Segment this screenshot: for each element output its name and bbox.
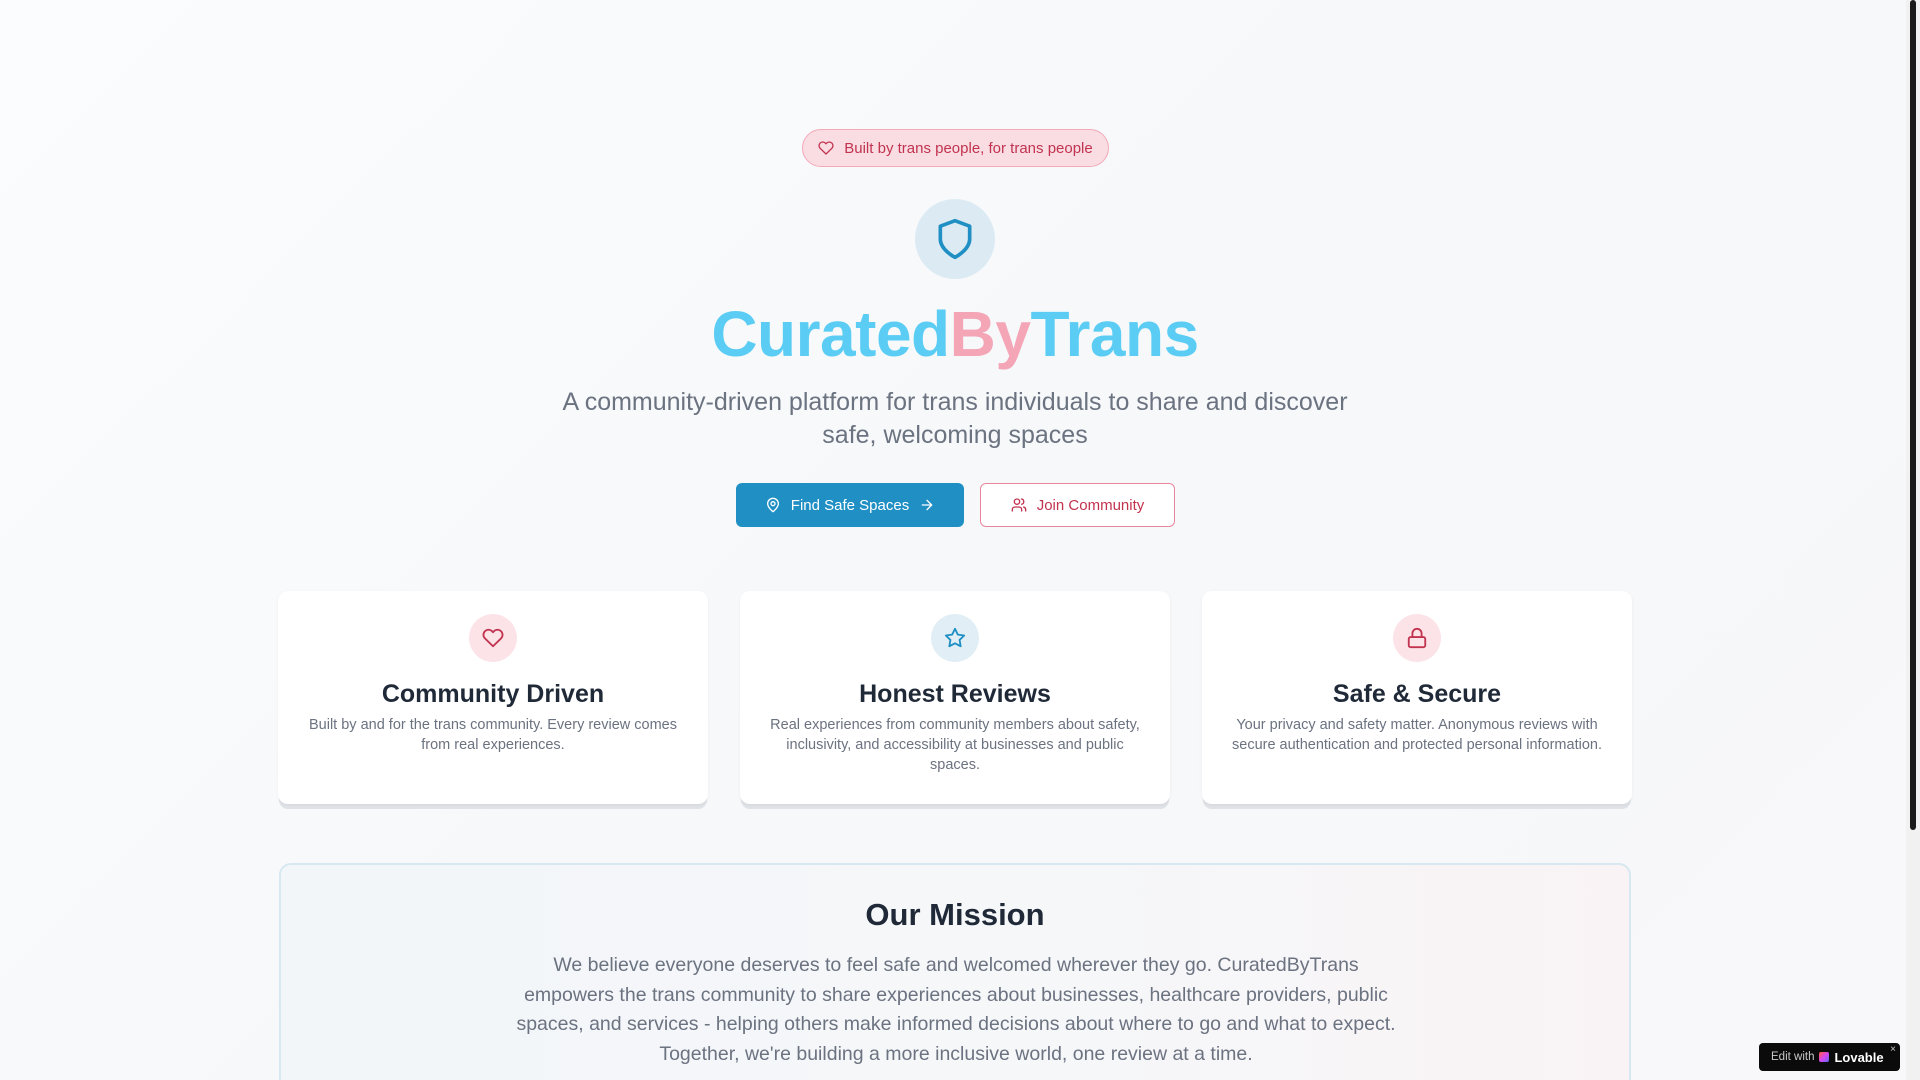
feature-title: Safe & Secure xyxy=(1332,680,1502,708)
feature-card-honest-reviews: Honest Reviews Real experiences from com… xyxy=(740,591,1170,804)
find-safe-spaces-label: Find Safe Spaces xyxy=(790,496,910,514)
lock-icon xyxy=(1407,627,1427,649)
mission-title: Our Mission xyxy=(865,897,1045,932)
badge-label: Built by trans people, for trans people xyxy=(844,139,1093,157)
title-part-curated: Curated xyxy=(711,298,950,370)
community-badge: Built by trans people, for trans people xyxy=(802,129,1109,167)
join-community-label: Join Community xyxy=(1036,496,1145,514)
feature-title: Honest Reviews xyxy=(859,680,1051,708)
hero-subtitle: A community-driven platform for trans in… xyxy=(562,388,1348,449)
map-pin-icon xyxy=(766,497,779,513)
feature-description: Your privacy and safety matter. Anonymou… xyxy=(1232,717,1602,753)
mission-section: Our Mission We believe everyone deserves… xyxy=(279,863,1631,1080)
feature-description: Built by and for the trans community. Ev… xyxy=(308,717,677,753)
feature-icon-wrap xyxy=(1393,614,1441,662)
feature-description: Real experiences from community members … xyxy=(770,717,1140,773)
heart-icon xyxy=(818,141,834,155)
edit-with-label: Edit with xyxy=(1771,1051,1815,1063)
mission-text: We believe everyone deserves to feel saf… xyxy=(516,954,1396,1065)
star-icon xyxy=(944,627,966,648)
close-icon[interactable]: × xyxy=(1890,1044,1896,1055)
feature-icon-wrap xyxy=(931,614,979,662)
feature-card-safe-secure: Safe & Secure Your privacy and safety ma… xyxy=(1202,591,1632,804)
shield-icon xyxy=(938,218,972,260)
hero-icon xyxy=(915,199,995,279)
arrow-right-icon xyxy=(921,499,933,511)
scrollbar[interactable] xyxy=(1906,0,1920,1080)
feature-title: Community Driven xyxy=(381,680,605,708)
title-part-trans: Trans xyxy=(1030,298,1199,370)
feature-card-community-driven: Community Driven Built by and for the tr… xyxy=(278,591,708,804)
title-part-by: By xyxy=(949,298,1031,370)
lovable-brand: Lovable xyxy=(1834,1049,1884,1065)
page: Built by trans people, for trans people … xyxy=(0,0,1920,1080)
scrollbar-thumb[interactable] xyxy=(1910,0,1916,830)
page-title: CuratedByTrans xyxy=(0,294,1910,374)
heart-icon xyxy=(482,628,504,648)
users-icon xyxy=(1011,498,1027,512)
lovable-logo-icon xyxy=(1819,1052,1830,1062)
find-safe-spaces-button[interactable]: Find Safe Spaces xyxy=(736,483,964,527)
join-community-button[interactable]: Join Community xyxy=(980,483,1175,527)
edit-with-lovable-badge[interactable]: Edit with Lovable × xyxy=(1759,1043,1900,1071)
feature-icon-wrap xyxy=(469,614,517,662)
